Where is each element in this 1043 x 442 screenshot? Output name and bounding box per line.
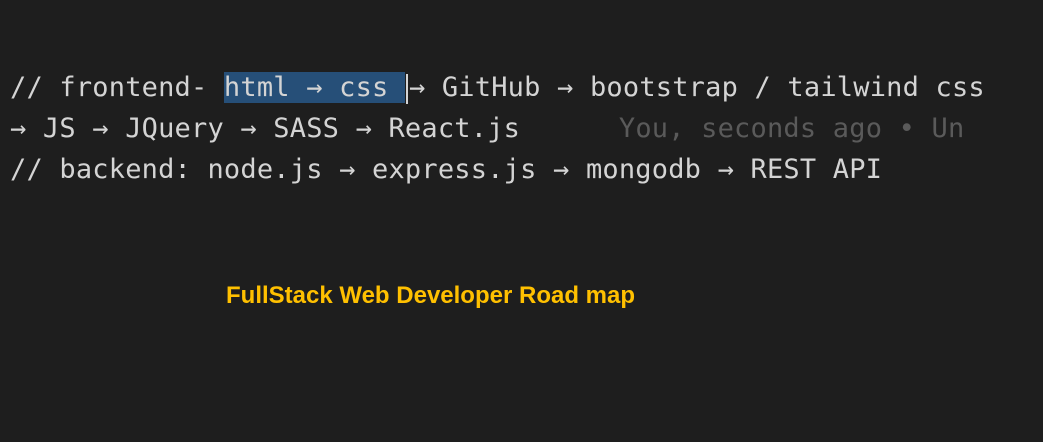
frontend-comment-rest: → GitHub → bootstrap / tailwind css bbox=[408, 72, 985, 103]
text-cursor bbox=[405, 73, 408, 104]
code-line-1[interactable]: // frontend- html → css → GitHub → boots… bbox=[10, 70, 985, 106]
code-line-3[interactable]: // backend: node.js → express.js → mongo… bbox=[10, 152, 882, 188]
code-line-2[interactable]: → JS → JQuery → SASS → React.js You, sec… bbox=[10, 111, 964, 147]
frontend-continuation: → JS → JQuery → SASS → React.js bbox=[10, 113, 521, 144]
git-blame-annotation: You, seconds ago • Un bbox=[618, 113, 965, 144]
frontend-comment-prefix: // frontend- bbox=[10, 72, 224, 103]
backend-comment: // backend: node.js → express.js → mongo… bbox=[10, 154, 883, 185]
roadmap-caption: FullStack Web Developer Road map bbox=[226, 282, 635, 309]
code-editor[interactable]: // frontend- html → css → GitHub → boots… bbox=[0, 0, 1043, 442]
selected-text: html → css bbox=[223, 72, 405, 103]
